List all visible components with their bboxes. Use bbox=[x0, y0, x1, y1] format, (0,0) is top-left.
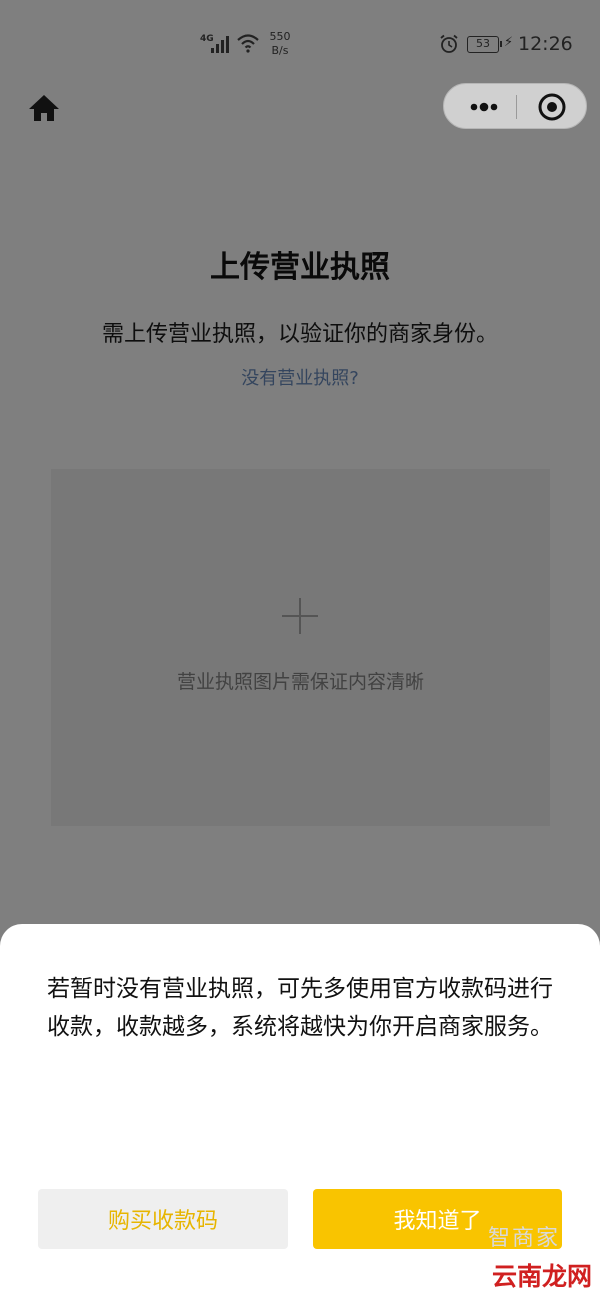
clock: 12:26 bbox=[518, 33, 573, 55]
license-upload-area[interactable]: 营业执照图片需保证内容清晰 bbox=[51, 469, 550, 826]
watermark-faint: 智商家 bbox=[488, 1226, 561, 1251]
signal-icon bbox=[211, 36, 229, 53]
upload-hint: 营业执照图片需保证内容清晰 bbox=[176, 671, 424, 693]
wifi-icon bbox=[237, 34, 259, 53]
network-speed-unit: B/s bbox=[271, 44, 289, 57]
mini-program-capsule bbox=[443, 83, 587, 129]
charging-icon: ⚡ bbox=[504, 35, 514, 50]
battery-level: 53 bbox=[467, 36, 502, 53]
network-speed-value: 550 bbox=[269, 30, 291, 43]
buy-payment-code-button[interactable]: 购买收款码 bbox=[38, 1189, 288, 1249]
more-icon[interactable] bbox=[458, 84, 510, 130]
dialog-message: 若暂时没有营业执照，可先多使用官方收款码进行收款，收款越多，系统将越快为你开启商… bbox=[47, 976, 553, 1040]
watermark: 云南龙网 bbox=[490, 1257, 595, 1293]
network-speed: 550 B/s bbox=[265, 30, 295, 58]
no-license-link[interactable]: 没有营业执照? bbox=[0, 364, 600, 390]
home-icon[interactable] bbox=[27, 93, 61, 123]
capsule-divider bbox=[516, 95, 517, 119]
plus-icon bbox=[282, 598, 318, 634]
status-bar: 4G 550 B/s 53 ⚡ 12:26 bbox=[0, 0, 600, 88]
page-subtitle: 需上传营业执照，以验证你的商家身份。 bbox=[101, 322, 498, 347]
alarm-icon bbox=[440, 34, 458, 53]
close-circle-icon[interactable] bbox=[522, 84, 582, 130]
page-title: 上传营业执照 bbox=[210, 250, 390, 285]
